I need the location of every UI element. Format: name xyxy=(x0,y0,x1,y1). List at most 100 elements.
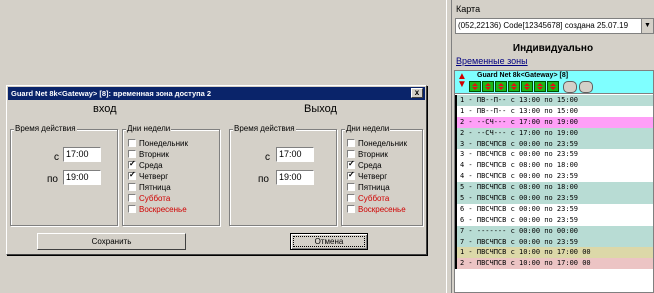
checkbox-icon[interactable] xyxy=(347,183,355,191)
exit-time-group-label: Время действия xyxy=(233,124,296,133)
option-button[interactable] xyxy=(563,81,577,93)
day-label: Воскресенье xyxy=(358,204,406,214)
day-label: Вторник xyxy=(139,149,169,159)
entry-to-input[interactable]: 19:00 xyxy=(63,170,101,185)
zone-row[interactable]: 6 - ПВСЧПСВ с 00:00 по 23:59 xyxy=(455,203,653,215)
day-label: Понедельник xyxy=(139,138,188,148)
entry-day-checkbox[interactable]: Понедельник xyxy=(128,138,188,148)
checkbox-icon[interactable] xyxy=(128,194,136,202)
zone-row[interactable]: 1 - ПВ--П-- с 13:00 по 15:00 xyxy=(455,105,653,117)
right-panel: Карта (052,22136) Code[12345678] создана… xyxy=(452,0,654,293)
exit-day-checkbox[interactable]: Среда xyxy=(347,159,382,170)
entry-heading: вход xyxy=(93,103,117,115)
day-label: Суббота xyxy=(358,193,390,203)
option-button[interactable] xyxy=(579,81,593,93)
zone-row[interactable]: 5 - ПВСЧПСВ с 08:00 по 18:00 xyxy=(455,182,653,194)
zone-row[interactable]: 4 - ПВСЧПСВ с 00:00 по 23:59 xyxy=(455,171,653,183)
exit-days-group: Дни недели ПонедельникВторникСредаЧетвер… xyxy=(341,124,423,226)
zone-row[interactable]: 1 - ПВСЧПСВ с 10:00 по 17:00 00 xyxy=(455,247,653,259)
zone-row[interactable]: 6 - ПВСЧПСВ с 00:00 по 23:59 xyxy=(455,214,653,226)
checkbox-icon[interactable] xyxy=(347,150,355,158)
entry-day-checkbox[interactable]: Суббота xyxy=(128,193,170,203)
exit-to-input[interactable]: 19:00 xyxy=(276,170,314,185)
save-button[interactable]: Сохранить xyxy=(37,233,186,250)
entry-from-input[interactable]: 17:00 xyxy=(63,147,101,162)
checkbox-icon[interactable] xyxy=(347,170,355,180)
zone-row[interactable]: 7 - ПВСЧПСВ с 00:00 по 23:59 xyxy=(455,236,653,248)
day-toggle-icon[interactable] xyxy=(534,81,546,92)
checkbox-icon[interactable] xyxy=(128,205,136,213)
cancel-button[interactable]: Отмена xyxy=(290,233,368,250)
exit-day-checkbox[interactable]: Понедельник xyxy=(347,138,407,148)
checkbox-icon[interactable] xyxy=(128,170,136,180)
checkbox-icon[interactable] xyxy=(347,139,355,147)
exit-time-group: Время действия с 17:00 по 19:00 xyxy=(229,124,337,226)
card-select-value: (052,22136) Code[12345678] создана 25.07… xyxy=(458,21,629,30)
day-toggle-icon[interactable] xyxy=(547,81,559,92)
day-label: Среда xyxy=(358,160,382,170)
checkbox-icon[interactable] xyxy=(347,159,355,169)
zone-row[interactable]: 3 - ПВСЧПСВ с 00:00 по 23:59 xyxy=(455,149,653,161)
zone-header-title: Guard Net 8k<Gateway> [8] xyxy=(477,72,569,79)
entry-to-label: по xyxy=(47,174,58,185)
checkbox-icon[interactable] xyxy=(128,159,136,169)
exit-to-label: по xyxy=(258,174,269,185)
chevron-down-icon[interactable]: ▼ xyxy=(641,19,653,33)
exit-day-checkbox[interactable]: Четверг xyxy=(347,170,387,181)
entry-time-group-label: Время действия xyxy=(14,124,77,133)
day-label: Среда xyxy=(139,160,163,170)
checkbox-icon[interactable] xyxy=(128,183,136,191)
day-toggle-icon[interactable] xyxy=(469,81,481,92)
time-zones-link[interactable]: Временные зоны xyxy=(456,56,528,66)
zone-row[interactable]: 4 - ПВСЧПСВ с 08:00 по 18:00 xyxy=(455,160,653,172)
access-mode-label: Индивидуально xyxy=(512,43,594,54)
expand-arrows-icon[interactable]: ▲ ▼ xyxy=(457,72,467,90)
checkbox-icon[interactable] xyxy=(347,205,355,213)
day-label: Пятница xyxy=(139,182,171,192)
dialog-titlebar: Guard Net 8k<Gateway> [8]: временная зон… xyxy=(8,87,425,100)
zone-row[interactable]: 2 - --СЧ--- с 17:00 по 19:00 xyxy=(455,127,653,139)
entry-day-checkbox[interactable]: Вторник xyxy=(128,149,169,159)
checkbox-icon[interactable] xyxy=(128,150,136,158)
card-label: Карта xyxy=(456,4,481,14)
zone-row[interactable]: 3 - ПВСЧПСВ с 00:00 по 23:59 xyxy=(455,138,653,150)
zone-row[interactable]: 7 - ------- с 00:00 по 00:00 xyxy=(455,225,653,237)
day-toggle-icon[interactable] xyxy=(508,81,520,92)
day-label: Воскресенье xyxy=(139,204,187,214)
day-label: Понедельник xyxy=(358,138,407,148)
exit-day-checkbox[interactable]: Воскресенье xyxy=(347,204,406,214)
entry-day-checkbox[interactable]: Воскресенье xyxy=(128,204,187,214)
entry-days-group-label: Дни недели xyxy=(126,124,172,133)
zone-row[interactable]: 1 - ПВ--П-- с 13:00 по 15:00 xyxy=(455,95,653,106)
exit-from-input[interactable]: 17:00 xyxy=(276,147,314,162)
exit-day-checkbox[interactable]: Вторник xyxy=(347,149,388,159)
zone-list-header: ▲ ▼ Guard Net 8k<Gateway> [8] xyxy=(455,71,653,94)
exit-day-checkbox[interactable]: Пятница xyxy=(347,182,390,192)
close-icon[interactable]: x xyxy=(411,88,423,98)
card-select[interactable]: (052,22136) Code[12345678] создана 25.07… xyxy=(455,18,654,34)
time-zone-dialog: Guard Net 8k<Gateway> [8]: временная зон… xyxy=(6,85,427,255)
day-toggle-icon[interactable] xyxy=(495,81,507,92)
exit-days-group-label: Дни недели xyxy=(345,124,391,133)
dialog-title: Guard Net 8k<Gateway> [8]: временная зон… xyxy=(11,89,212,98)
entry-day-checkbox[interactable]: Среда xyxy=(128,159,163,170)
zone-row[interactable]: 2 - --СЧ--- с 17:00 по 19:00 xyxy=(455,116,653,128)
day-label: Пятница xyxy=(358,182,390,192)
day-toggle-icon[interactable] xyxy=(482,81,494,92)
day-label: Четверг xyxy=(139,171,169,181)
zone-rows: 1 - ПВ--П-- с 13:00 по 15:00 1 - ПВ--П-- … xyxy=(455,95,653,270)
entry-days-group: Дни недели ПонедельникВторникСредаЧетвер… xyxy=(122,124,220,226)
entry-day-checkbox[interactable]: Пятница xyxy=(128,182,171,192)
checkbox-icon[interactable] xyxy=(347,194,355,202)
exit-heading: Выход xyxy=(304,103,337,115)
checkbox-icon[interactable] xyxy=(128,139,136,147)
exit-day-checkbox[interactable]: Суббота xyxy=(347,193,389,203)
exit-from-label: с xyxy=(265,152,270,163)
entry-day-checkbox[interactable]: Четверг xyxy=(128,170,169,181)
zone-day-buttons xyxy=(469,81,593,93)
zone-row[interactable]: 5 - ПВСЧПСВ с 00:00 по 23:59 xyxy=(455,193,653,204)
day-label: Суббота xyxy=(139,193,171,203)
zone-row[interactable]: 2 - ПВСЧПСВ с 10:00 по 17:00 00 xyxy=(455,258,653,270)
entry-from-label: с xyxy=(54,152,59,163)
day-toggle-icon[interactable] xyxy=(521,81,533,92)
